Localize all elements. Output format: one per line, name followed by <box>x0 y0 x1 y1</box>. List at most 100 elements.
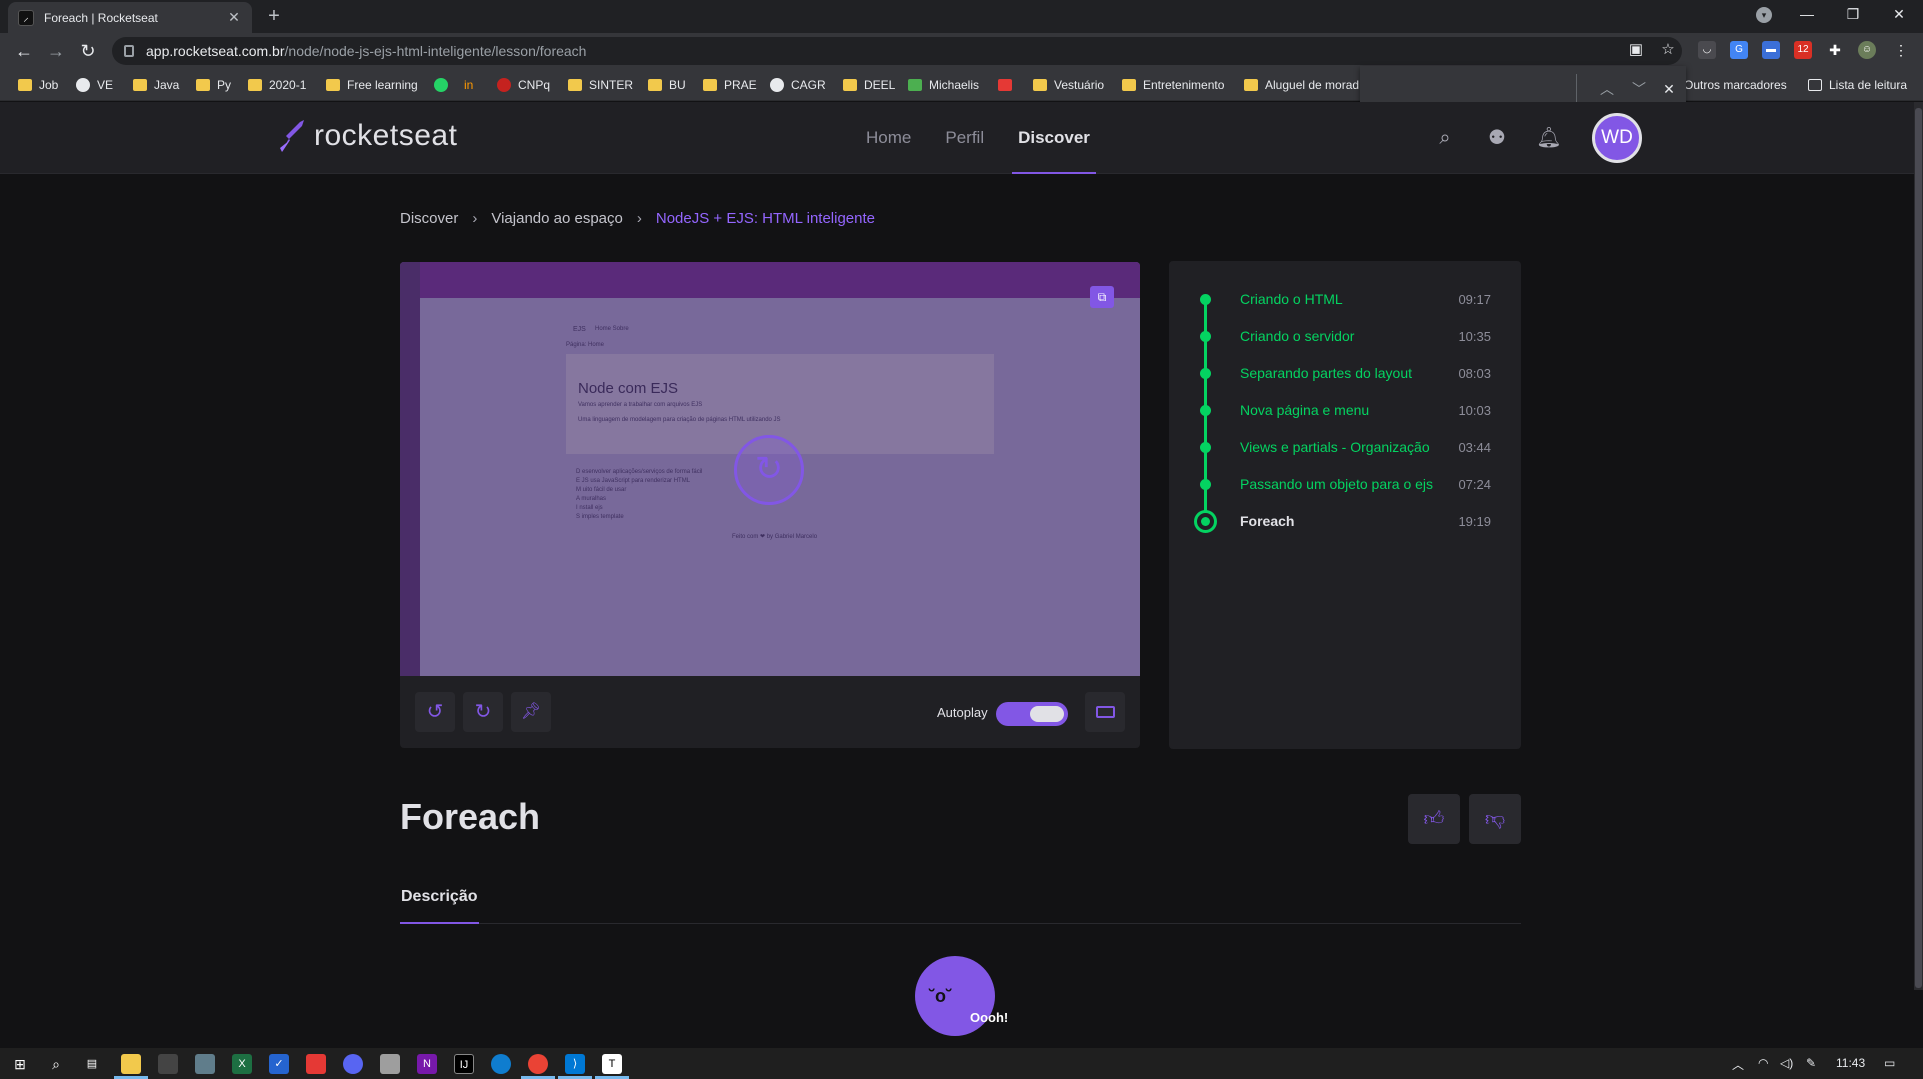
bookmark-item[interactable]: PRAE <box>703 76 757 94</box>
bookmark-item[interactable]: Free learning <box>326 76 418 94</box>
search-icon[interactable]: ⌕ <box>46 1054 66 1074</box>
video-heading: Node com EJS <box>578 380 679 397</box>
rewind-10-icon[interactable]: ↺ <box>415 692 455 732</box>
translate-extension-icon[interactable]: G <box>1730 41 1748 59</box>
find-next-icon[interactable]: ﹀ <box>1628 78 1650 100</box>
calendar-extension-icon[interactable]: 12 <box>1794 41 1812 59</box>
reading-list[interactable]: Lista de leitura <box>1808 76 1907 94</box>
nav-home[interactable]: Home <box>860 102 917 174</box>
search-icon[interactable]: ⌕ <box>1432 125 1458 151</box>
app-icon[interactable] <box>158 1054 178 1074</box>
nav-discover[interactable]: Discover <box>1012 102 1096 174</box>
notes-icon[interactable] <box>380 1054 400 1074</box>
extensions-puzzle-icon[interactable]: ✚ <box>1826 41 1844 59</box>
reload-icon[interactable]: ↻ <box>76 39 100 63</box>
add-user-icon[interactable]: ⚉ <box>1484 125 1510 151</box>
notification-bell-icon[interactable]: 🔔︎ <box>1536 125 1562 151</box>
lesson-duration: 08:03 <box>1458 365 1491 381</box>
calendar-app-icon[interactable] <box>306 1054 326 1074</box>
intellij-icon[interactable]: IJ <box>454 1054 474 1074</box>
windows-start-icon[interactable]: ⊞ <box>10 1054 30 1074</box>
minimize-button[interactable]: — <box>1784 0 1830 30</box>
tray-chevron-icon[interactable]: ︿ <box>1732 1056 1744 1073</box>
pen-icon[interactable]: ✎ <box>1806 1056 1816 1070</box>
breadcrumb-discover[interactable]: Discover <box>400 210 458 227</box>
lesson-item[interactable]: Nova página e menu 10:03 <box>1169 395 1521 425</box>
tab-search-icon[interactable]: ▾ <box>1756 7 1772 23</box>
thumbs-down-icon[interactable]: 👎︎ <box>1469 794 1521 844</box>
bookmark-item[interactable]: 2020-1 <box>248 76 306 94</box>
profile-avatar-icon[interactable]: ☺ <box>1858 41 1876 59</box>
other-bookmarks[interactable]: Outros marcadores <box>1684 76 1787 94</box>
bookmark-item[interactable]: Job <box>18 76 58 94</box>
edge-icon[interactable] <box>491 1054 511 1074</box>
breadcrumb-journey[interactable]: Viajando ao espaço <box>491 210 623 227</box>
new-tab-button[interactable]: + <box>262 4 286 28</box>
back-arrow-icon[interactable]: ← <box>12 39 36 63</box>
forward-10-icon[interactable]: ↻ <box>463 692 503 732</box>
bookmark-item[interactable]: Java <box>133 76 179 94</box>
find-previous-icon[interactable]: ︿ <box>1596 78 1618 100</box>
scrollbar-thumb[interactable] <box>1915 108 1922 988</box>
onenote-icon[interactable]: N <box>417 1054 437 1074</box>
task-view-icon[interactable]: ▤ <box>82 1054 102 1074</box>
vscode-icon[interactable]: ⟩ <box>565 1054 585 1074</box>
typora-icon[interactable]: T <box>602 1054 622 1074</box>
lesson-item[interactable]: Separando partes do layout 08:03 <box>1169 358 1521 388</box>
excel-icon[interactable]: X <box>232 1054 252 1074</box>
bookmark-item[interactable]: BU <box>648 76 686 94</box>
theater-mode-button[interactable] <box>1085 692 1125 732</box>
tab-descricao[interactable]: Descrição <box>400 888 479 924</box>
autoplay-toggle[interactable] <box>996 702 1068 726</box>
address-bar[interactable]: app.rocketseat.com.br/node/node-js-ejs-h… <box>112 37 1682 65</box>
wifi-icon[interactable]: ◠ <box>1758 1056 1768 1070</box>
bookmark-item[interactable]: Vestuário <box>1033 76 1104 94</box>
nav-perfil[interactable]: Perfil <box>939 102 990 174</box>
bookmark-item[interactable]: CAGR <box>770 76 826 94</box>
pin-icon[interactable]: 📌︎ <box>511 692 551 732</box>
forward-arrow-icon[interactable]: → <box>44 39 68 63</box>
notifications-icon[interactable]: ▭ <box>1884 1056 1895 1070</box>
bookmark-item[interactable]: Michaelis <box>908 76 979 94</box>
rocketseat-logo[interactable]: rocketseat <box>276 118 457 154</box>
bookmark-item[interactable]: in <box>464 76 473 94</box>
lesson-item-current[interactable]: Foreach 19:19 <box>1169 506 1521 536</box>
file-explorer-icon[interactable] <box>121 1054 141 1074</box>
translate-page-icon[interactable]: ▣ <box>1626 40 1646 60</box>
bookmark-item[interactable]: CNPq <box>497 76 550 94</box>
chrome-icon[interactable] <box>528 1054 548 1074</box>
page-scrollbar[interactable] <box>1914 102 1923 990</box>
cnpq-icon <box>497 78 511 92</box>
clock-time[interactable]: 11:43 <box>1836 1056 1865 1070</box>
pocket-extension-icon[interactable]: ◡ <box>1698 41 1716 59</box>
discord-icon[interactable] <box>343 1054 363 1074</box>
picture-in-picture-icon[interactable]: ⧉ <box>1090 286 1114 308</box>
bookmark-item[interactable]: SINTER <box>568 76 633 94</box>
lesson-item[interactable]: Views e partials - Organização 03:44 <box>1169 432 1521 462</box>
browser-menu-icon[interactable]: ⋮ <box>1892 41 1910 59</box>
avatar[interactable]: WD <box>1592 113 1642 163</box>
bookmark-item[interactable]: VE <box>76 76 113 94</box>
lesson-item[interactable]: Criando o servidor 10:35 <box>1169 321 1521 351</box>
breadcrumb-course[interactable]: NodeJS + EJS: HTML inteligente <box>656 210 875 227</box>
bookmark-item[interactable]: Entretenimento <box>1122 76 1224 94</box>
volume-icon[interactable]: ◁) <box>1780 1056 1793 1070</box>
find-close-icon[interactable]: ✕ <box>1658 78 1680 100</box>
screen-extension-icon[interactable]: ▬ <box>1762 41 1780 59</box>
lesson-item[interactable]: Criando o HTML 09:17 <box>1169 284 1521 314</box>
todo-icon[interactable]: ✓ <box>269 1054 289 1074</box>
calculator-icon[interactable] <box>195 1054 215 1074</box>
bookmark-item[interactable] <box>434 76 455 94</box>
lesson-item[interactable]: Passando um objeto para o ejs 07:24 <box>1169 469 1521 499</box>
bookmark-item[interactable]: Py <box>196 76 231 94</box>
restore-button[interactable]: ❐ <box>1830 0 1876 30</box>
thumbs-up-icon[interactable]: 👍︎ <box>1408 794 1460 844</box>
bookmark-item[interactable] <box>998 76 1019 94</box>
browser-tab[interactable]: ⸝ Foreach | Rocketseat ✕ <box>8 2 252 33</box>
bookmark-item[interactable]: Aluguel de morad <box>1244 76 1359 94</box>
bookmark-item[interactable]: DEEL <box>843 76 895 94</box>
window-close-button[interactable]: ✕ <box>1876 0 1922 30</box>
bookmark-star-icon[interactable]: ☆ <box>1658 40 1678 60</box>
tab-close-icon[interactable]: ✕ <box>226 9 242 26</box>
video-frame[interactable]: EJS Home Sobre Página: Home Node com EJS… <box>400 262 1140 676</box>
